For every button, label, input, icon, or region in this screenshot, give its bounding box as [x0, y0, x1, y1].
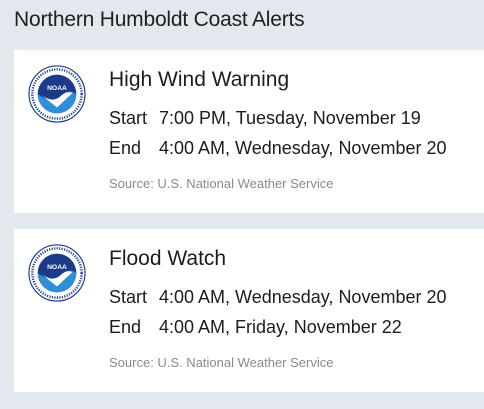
alert-title: High Wind Warning — [109, 68, 290, 91]
start-label: Start — [109, 287, 148, 307]
noaa-logo-icon: NOAA — [28, 65, 86, 123]
alert-end-row: End 4:00 AM, Friday, November 22 — [109, 317, 402, 338]
alert-end-row: End 4:00 AM, Wednesday, November 20 — [109, 138, 447, 159]
page-title: Northern Humboldt Coast Alerts — [14, 8, 305, 31]
end-value: 4:00 AM, Friday, November 22 — [159, 317, 402, 337]
alert-source: Source: U.S. National Weather Service — [109, 355, 334, 370]
alert-card-high-wind-warning[interactable]: NOAA High Wind Warning Start 7:00 PM, Tue… — [14, 50, 484, 213]
svg-text:NOAA: NOAA — [47, 264, 67, 271]
noaa-logo-icon: NOAA — [28, 244, 86, 302]
start-label: Start — [109, 108, 148, 128]
alert-source: Source: U.S. National Weather Service — [109, 176, 334, 191]
svg-text:NOAA: NOAA — [47, 85, 67, 92]
start-value: 4:00 AM, Wednesday, November 20 — [159, 287, 447, 307]
end-label: End — [109, 317, 142, 337]
end-value: 4:00 AM, Wednesday, November 20 — [159, 138, 447, 158]
start-value: 7:00 PM, Tuesday, November 19 — [159, 108, 421, 128]
alert-start-row: Start 7:00 PM, Tuesday, November 19 — [109, 108, 421, 129]
end-label: End — [109, 138, 142, 158]
alert-card-flood-watch[interactable]: NOAA Flood Watch Start 4:00 AM, Wednesday… — [14, 229, 484, 392]
alert-start-row: Start 4:00 AM, Wednesday, November 20 — [109, 287, 447, 308]
alert-title: Flood Watch — [109, 247, 227, 270]
